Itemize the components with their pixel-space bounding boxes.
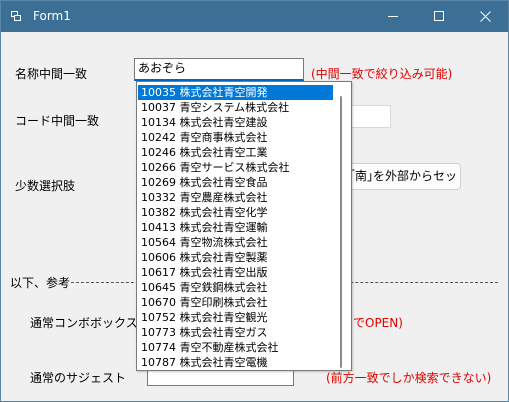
dropdown-item[interactable]: 10752 株式会社青空観光 [138, 310, 333, 325]
name-partial-combobox[interactable]: あおぞら [134, 58, 304, 81]
maximize-button[interactable] [416, 1, 462, 32]
code-partial-label: コード中間一致 [15, 114, 100, 128]
dropdown-item[interactable]: 10645 青空鉄鋼株式会社 [138, 280, 333, 295]
dropdown-item[interactable]: 10787 株式会社青空電機 [138, 355, 333, 370]
name-partial-note: (中間一致で絞り込み可能) [311, 67, 453, 81]
close-button[interactable] [462, 1, 508, 32]
normal-suggest-note: (前方一致でしか検索できない) [326, 371, 492, 385]
dropdown-item[interactable]: 10242 青空商事株式会社 [138, 130, 333, 145]
dropdown-item[interactable]: 10246 株式会社青空工業 [138, 145, 333, 160]
dropdown-item[interactable]: 10266 青空サービス株式会社 [138, 160, 333, 175]
maximize-icon [434, 11, 444, 21]
minimize-button[interactable] [370, 1, 416, 32]
dropdown-item[interactable]: 10332 青空農産株式会社 [138, 190, 333, 205]
name-partial-dropdown-list[interactable]: 10035 株式会社青空開発 10037 青空システム株式会社 10134 株式会社… [136, 81, 352, 371]
few-choices-label: 少数選択肢 [15, 179, 76, 193]
dropdown-item[interactable]: 10382 株式会社青空化学 [138, 205, 333, 220]
minimize-icon [388, 16, 398, 17]
dropdown-item[interactable]: 10606 株式会社青空製薬 [138, 250, 333, 265]
dropdown-item[interactable]: 10037 青空システム株式会社 [138, 100, 333, 115]
normal-combobox-label: 通常コンボボックス [30, 316, 138, 330]
set-external-button[interactable]: ｢南｣を外部からセット [344, 163, 461, 190]
name-partial-value: あおぞら [138, 61, 187, 75]
normal-combobox-note: でOPEN) [353, 316, 403, 330]
dropdown-item[interactable]: 10617 株式会社青空出版 [138, 265, 333, 280]
dropdown-item[interactable]: 10413 株式会社青空運輸 [138, 220, 333, 235]
reference-label: 以下、参考 [10, 276, 71, 290]
title-bar[interactable]: Form1 [1, 1, 508, 32]
dropdown-item[interactable]: 10035 株式会社青空開発 [138, 85, 333, 100]
app-window-icon [11, 11, 22, 22]
close-icon [480, 11, 491, 22]
dropdown-item[interactable]: 10774 青空不動産株式会社 [138, 340, 333, 355]
window-title: Form1 [33, 9, 71, 23]
dropdown-item[interactable]: 10773 株式会社青空ガス [138, 325, 333, 340]
name-partial-label: 名称中間一致 [15, 67, 88, 81]
form1-window: Form1 名称中間一致 あおぞら (中間一致で絞り込み可能) コード中間一致 … [0, 0, 509, 402]
dropdown-item[interactable]: 10670 青空印刷株式会社 [138, 295, 333, 310]
dropdown-item[interactable]: 10564 青空物流株式会社 [138, 235, 333, 250]
dropdown-item[interactable]: 10134 株式会社青空建設 [138, 115, 333, 130]
normal-suggest-label: 通常のサジェスト [30, 371, 127, 385]
dropdown-item[interactable]: 10269 株式会社青空食品 [138, 175, 333, 190]
dropdown-scrollbar[interactable] [340, 96, 342, 368]
